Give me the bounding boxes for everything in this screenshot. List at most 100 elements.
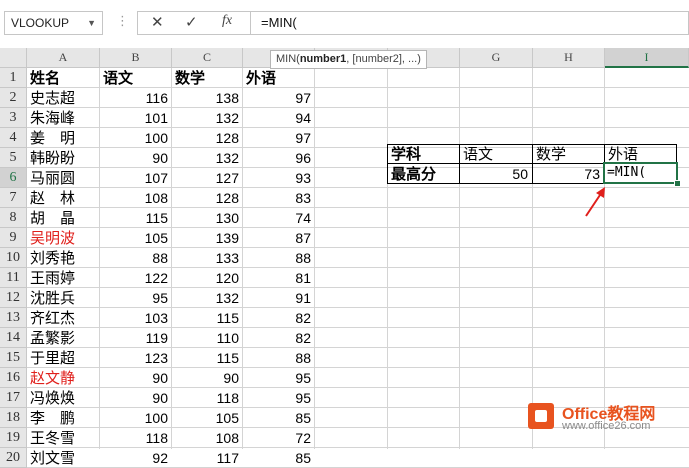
summary-max-label[interactable]: 最高分 [388, 164, 459, 184]
column-header-c[interactable]: C [172, 48, 243, 68]
student-name[interactable]: 吴明波 [27, 228, 100, 248]
student-name[interactable]: 赵 林 [27, 188, 100, 208]
column-header-h[interactable]: H [533, 48, 605, 68]
student-name[interactable]: 刘秀艳 [27, 248, 100, 268]
score-chinese[interactable]: 92 [100, 448, 172, 468]
score-math[interactable]: 128 [172, 188, 243, 208]
summary-subject-label[interactable]: 学科 [388, 144, 459, 164]
summary-chinese-header[interactable]: 语文 [460, 144, 532, 164]
column-header-i[interactable]: I [605, 48, 689, 68]
score-chinese[interactable]: 105 [100, 228, 172, 248]
row-header-9[interactable]: 9 [0, 228, 27, 248]
score-chinese[interactable]: 116 [100, 88, 172, 108]
score-math[interactable]: 115 [172, 348, 243, 368]
select-all-corner[interactable] [0, 48, 27, 68]
row-header-1[interactable]: 1 [0, 68, 27, 88]
student-name[interactable]: 李 鹏 [27, 408, 100, 428]
row-header-16[interactable]: 16 [0, 368, 27, 388]
score-math[interactable]: 130 [172, 208, 243, 228]
score-english[interactable]: 93 [243, 168, 315, 188]
score-chinese[interactable]: 88 [100, 248, 172, 268]
summary-english-header[interactable]: 外语 [605, 144, 677, 164]
student-name[interactable]: 刘文雪 [27, 448, 100, 468]
student-name[interactable]: 史志超 [27, 88, 100, 108]
active-cell-formula[interactable]: =MIN( [604, 163, 646, 183]
row-header-6[interactable]: 6 [0, 168, 27, 188]
score-english[interactable]: 88 [243, 348, 315, 368]
column-header-g[interactable]: G [460, 48, 533, 68]
cancel-icon[interactable]: ✕ [151, 13, 164, 31]
summary-math-value[interactable]: 73 [533, 164, 604, 184]
student-name[interactable]: 姜 明 [27, 128, 100, 148]
student-name[interactable]: 齐红杰 [27, 308, 100, 328]
row-header-11[interactable]: 11 [0, 268, 27, 288]
student-name[interactable]: 孟繁影 [27, 328, 100, 348]
score-english[interactable]: 81 [243, 268, 315, 288]
formula-input[interactable]: =MIN( [251, 11, 689, 35]
score-math[interactable]: 132 [172, 148, 243, 168]
score-chinese[interactable]: 90 [100, 148, 172, 168]
score-math[interactable]: 117 [172, 448, 243, 468]
fill-handle[interactable] [674, 180, 681, 187]
score-english[interactable]: 85 [243, 448, 315, 468]
score-math[interactable]: 118 [172, 388, 243, 408]
student-name[interactable]: 胡 晶 [27, 208, 100, 228]
row-header-19[interactable]: 19 [0, 428, 27, 448]
tooltip-arg1[interactable]: number1 [300, 53, 346, 65]
student-name[interactable]: 赵文静 [27, 368, 100, 388]
row-header-13[interactable]: 13 [0, 308, 27, 328]
enter-icon[interactable]: ✓ [185, 13, 198, 31]
row-header-10[interactable]: 10 [0, 248, 27, 268]
score-math[interactable]: 133 [172, 248, 243, 268]
score-english[interactable]: 82 [243, 308, 315, 328]
score-chinese[interactable]: 123 [100, 348, 172, 368]
score-math[interactable]: 105 [172, 408, 243, 428]
score-chinese[interactable]: 122 [100, 268, 172, 288]
score-chinese[interactable]: 90 [100, 368, 172, 388]
score-math[interactable]: 90 [172, 368, 243, 388]
name-box[interactable]: VLOOKUP ▼ [4, 11, 103, 35]
score-chinese[interactable]: 90 [100, 388, 172, 408]
score-math[interactable]: 115 [172, 308, 243, 328]
student-name[interactable]: 王雨婷 [27, 268, 100, 288]
chevron-down-icon[interactable]: ▼ [87, 12, 96, 34]
score-english[interactable]: 85 [243, 408, 315, 428]
row-header-20[interactable]: 20 [0, 448, 27, 468]
row-header-8[interactable]: 8 [0, 208, 27, 228]
row-header-3[interactable]: 3 [0, 108, 27, 128]
summary-chinese-value[interactable]: 50 [460, 164, 532, 184]
score-math[interactable]: 132 [172, 108, 243, 128]
score-english[interactable]: 74 [243, 208, 315, 228]
score-chinese[interactable]: 101 [100, 108, 172, 128]
score-chinese[interactable]: 107 [100, 168, 172, 188]
score-english[interactable]: 87 [243, 228, 315, 248]
score-math[interactable]: 127 [172, 168, 243, 188]
student-name[interactable]: 沈胜兵 [27, 288, 100, 308]
score-english[interactable]: 82 [243, 328, 315, 348]
header-english[interactable]: 外语 [243, 68, 315, 88]
score-english[interactable]: 96 [243, 148, 315, 168]
score-chinese[interactable]: 100 [100, 128, 172, 148]
score-english[interactable]: 97 [243, 88, 315, 108]
score-chinese[interactable]: 119 [100, 328, 172, 348]
score-english[interactable]: 72 [243, 428, 315, 448]
score-math[interactable]: 108 [172, 428, 243, 448]
student-name[interactable]: 于里超 [27, 348, 100, 368]
score-english[interactable]: 83 [243, 188, 315, 208]
student-name[interactable]: 韩盼盼 [27, 148, 100, 168]
score-english[interactable]: 88 [243, 248, 315, 268]
score-math[interactable]: 132 [172, 288, 243, 308]
row-header-18[interactable]: 18 [0, 408, 27, 428]
score-chinese[interactable]: 118 [100, 428, 172, 448]
student-name[interactable]: 朱海峰 [27, 108, 100, 128]
student-name[interactable]: 王冬雪 [27, 428, 100, 448]
score-english[interactable]: 97 [243, 128, 315, 148]
score-math[interactable]: 110 [172, 328, 243, 348]
score-math[interactable]: 120 [172, 268, 243, 288]
header-math[interactable]: 数学 [172, 68, 243, 88]
score-english[interactable]: 95 [243, 388, 315, 408]
score-chinese[interactable]: 115 [100, 208, 172, 228]
score-english[interactable]: 94 [243, 108, 315, 128]
score-chinese[interactable]: 100 [100, 408, 172, 428]
row-header-4[interactable]: 4 [0, 128, 27, 148]
